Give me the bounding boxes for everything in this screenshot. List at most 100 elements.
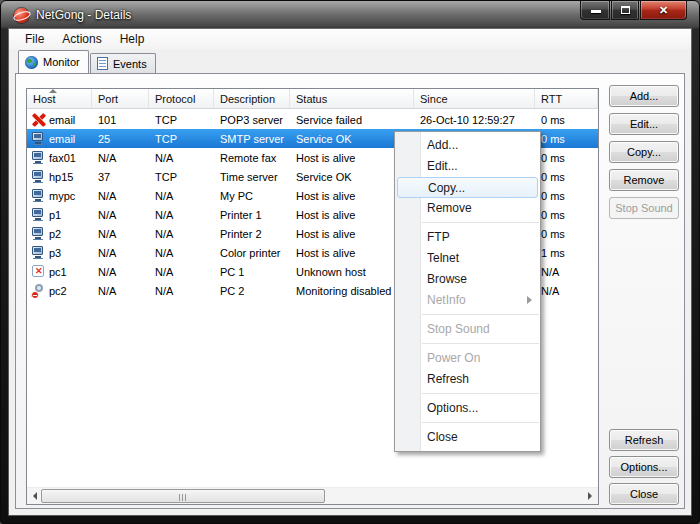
column-header-description[interactable]: Description (214, 89, 290, 108)
menu-item-label: Refresh (427, 372, 469, 386)
context-menu-item-remove[interactable]: Remove (395, 198, 540, 219)
close-button[interactable]: ✕ (640, 1, 687, 20)
monitoring-disabled-icon (30, 283, 46, 298)
cell-description: Printer 1 (214, 209, 290, 221)
cell-description: My PC (214, 190, 290, 202)
table-row[interactable]: email101TCPPOP3 serverService failed26-O… (27, 110, 598, 129)
window-frame: NetGong - Details ✕ FileActionsHelp Moni… (0, 0, 700, 524)
context-menu-item-refresh[interactable]: Refresh (395, 369, 540, 390)
cell-port: N/A (92, 152, 149, 164)
maximize-icon (621, 6, 630, 14)
cell-description: SMTP server (214, 133, 290, 145)
menu-item-label: NetInfo (427, 293, 466, 307)
app-icon (14, 8, 29, 23)
menu-separator (422, 222, 539, 223)
cell-protocol: TCP (149, 114, 214, 126)
column-header-host[interactable]: Host (27, 89, 92, 108)
sort-ascending-icon (49, 89, 57, 93)
stop-sound-button: Stop Sound (609, 197, 679, 219)
remove-button[interactable]: Remove (609, 169, 679, 191)
cell-port: 25 (92, 133, 149, 145)
host-name: email (49, 114, 75, 126)
tab-panel: HostPortProtocol Description Status Since RT… (15, 73, 685, 509)
context-menu-item-close[interactable]: Close (395, 427, 540, 448)
titlebar[interactable]: NetGong - Details ✕ (1, 1, 699, 29)
context-menu-item-stop-sound: Stop Sound (395, 319, 540, 340)
close-icon: ✕ (641, 4, 686, 16)
column-label: Description (220, 93, 275, 105)
scroll-right-button[interactable] (582, 488, 598, 504)
host-failed-icon (30, 112, 46, 127)
cell-port: N/A (92, 190, 149, 202)
refresh-button[interactable]: Refresh (609, 429, 679, 451)
cell-rtt: N/A (535, 285, 598, 297)
edit-button[interactable]: Edit... (609, 113, 679, 135)
tab-label: Monitor (43, 56, 80, 68)
context-menu-item-edit[interactable]: Edit... (395, 156, 540, 177)
cell-rtt: 0 ms (535, 152, 598, 164)
host-name: pc1 (49, 266, 67, 278)
cell-description: Printer 2 (214, 228, 290, 240)
cell-port: N/A (92, 285, 149, 297)
cell-protocol: TCP (149, 133, 214, 145)
menu-separator (422, 343, 539, 344)
menu-separator (422, 393, 539, 394)
host-name: p2 (49, 228, 61, 240)
menu-item-label: Add... (427, 138, 458, 152)
cell-port: N/A (92, 266, 149, 278)
context-menu-item-telnet[interactable]: Telnet (395, 248, 540, 269)
context-menu-item-browse[interactable]: Browse (395, 269, 540, 290)
cell-protocol: TCP (149, 171, 214, 183)
column-header-protocol[interactable]: Protocol (149, 89, 214, 108)
column-header-status[interactable]: Status (290, 89, 414, 108)
minimize-button[interactable] (580, 1, 610, 20)
column-label: Since (420, 93, 448, 105)
context-menu-item-add[interactable]: Add... (395, 135, 540, 156)
cell-since: 26-Oct-10 12:59:27 (414, 114, 535, 126)
computer-icon (30, 207, 46, 222)
tab-strip: Monitor Events (9, 49, 691, 73)
cell-description: PC 1 (214, 266, 290, 278)
menu-item-label: FTP (427, 230, 450, 244)
cell-description: Color printer (214, 247, 290, 259)
column-header-since[interactable]: Since (414, 89, 535, 108)
menu-help[interactable]: Help (111, 30, 154, 48)
computer-icon (30, 226, 46, 241)
menu-item-label: Telnet (427, 251, 459, 265)
add-button[interactable]: Add... (609, 85, 679, 107)
context-menu-item-copy[interactable]: Copy... (397, 177, 538, 198)
computer-icon (30, 150, 46, 165)
menu-separator (422, 314, 539, 315)
tab-label: Events (113, 58, 147, 70)
menu-actions[interactable]: Actions (53, 30, 110, 48)
scroll-left-icon (33, 492, 37, 500)
maximize-button[interactable] (611, 1, 639, 20)
window-controls: ✕ (580, 1, 687, 20)
tab-monitor[interactable]: Monitor (18, 50, 89, 73)
menu-separator (422, 422, 539, 423)
scrollbar-grip (179, 494, 187, 501)
copy-button[interactable]: Copy... (609, 141, 679, 163)
menu-file[interactable]: File (16, 30, 53, 48)
menu-item-label: Options... (427, 401, 478, 415)
scrollbar-thumb[interactable] (41, 489, 325, 503)
context-menu-item-ftp[interactable]: FTP (395, 227, 540, 248)
horizontal-scrollbar[interactable] (27, 487, 598, 504)
column-header-port[interactable]: Port (92, 89, 149, 108)
context-menu-item-options[interactable]: Options... (395, 398, 540, 419)
cell-port: N/A (92, 209, 149, 221)
submenu-arrow-icon (527, 296, 532, 304)
cell-protocol: N/A (149, 209, 214, 221)
cell-description: POP3 server (214, 114, 290, 126)
cell-rtt: 0 ms (535, 209, 598, 221)
column-header-rtt[interactable]: RTT (535, 89, 598, 108)
close-button[interactable]: Close (609, 483, 679, 505)
cell-rtt: 0 ms (535, 171, 598, 183)
options-button[interactable]: Options... (609, 456, 679, 478)
menu-item-label: Power On (427, 351, 480, 365)
cell-port: N/A (92, 247, 149, 259)
host-name: pc2 (49, 285, 67, 297)
column-label: Status (296, 93, 327, 105)
cell-description: Remote fax (214, 152, 290, 164)
tab-events[interactable]: Events (90, 53, 156, 73)
